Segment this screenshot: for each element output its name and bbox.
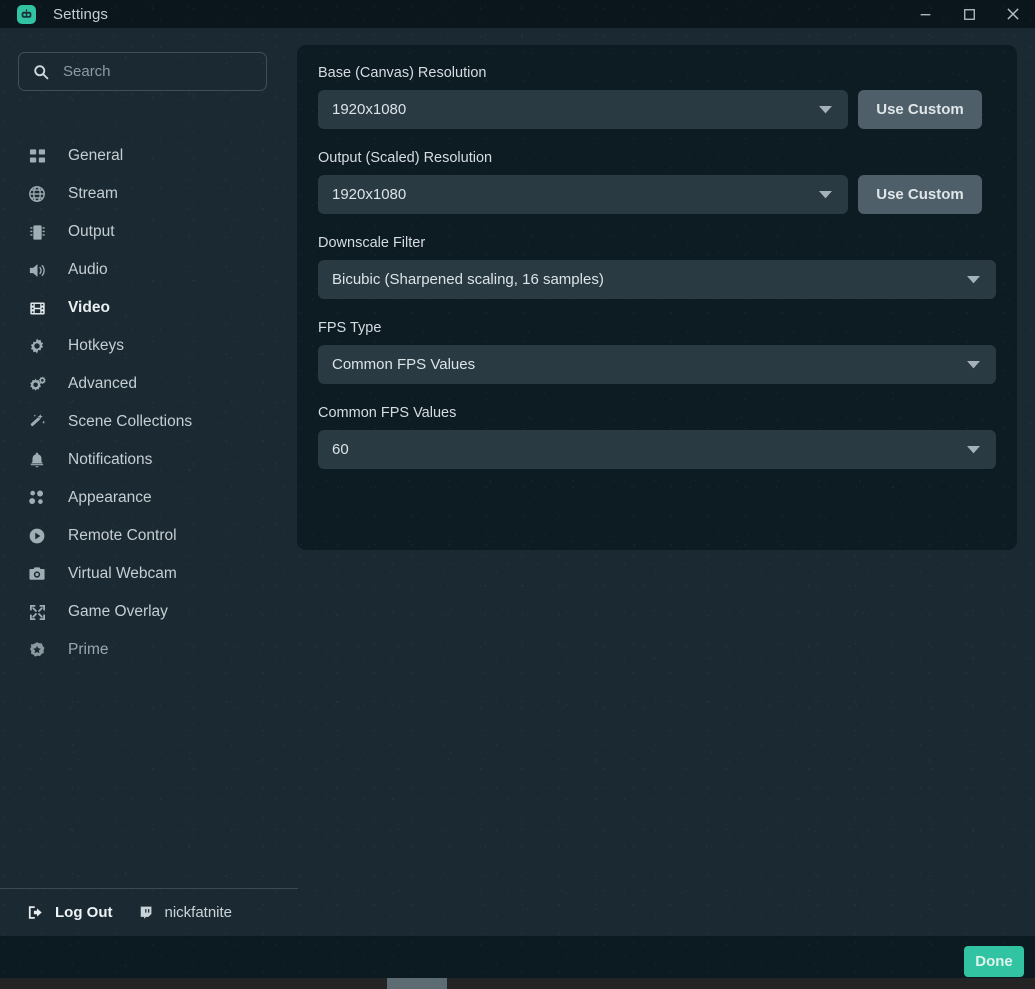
video-settings-form: Base (Canvas) Resolution 1920x1080 Use C… [297,45,1017,469]
field-downscale-filter: Downscale Filter Bicubic (Sharpened scal… [318,235,996,299]
chevron-down-icon [967,275,980,284]
select-value: Common FPS Values [332,356,476,373]
done-button[interactable]: Done [964,946,1024,977]
speaker-icon [26,259,48,281]
sidebar-item-label: Remote Control [68,527,177,544]
field-label: Output (Scaled) Resolution [318,150,493,166]
sidebar-item-audio[interactable]: Audio [0,251,298,289]
chevron-down-icon [819,105,832,114]
sidebar-item-label: Output [68,223,115,240]
grid-icon [26,145,48,167]
sidebar-item-general[interactable]: General [0,137,298,175]
output-resolution-use-custom-button[interactable]: Use Custom [858,175,982,214]
chip-icon [26,221,48,243]
downscale-filter-select[interactable]: Bicubic (Sharpened scaling, 16 samples) [318,260,996,299]
twitch-icon [138,905,154,921]
settings-panel: Base (Canvas) Resolution 1920x1080 Use C… [297,45,1017,550]
globe-icon [26,183,48,205]
sidebar: General Stream [0,28,298,936]
select-value: 60 [332,441,349,458]
sidebar-item-label: Virtual Webcam [68,565,177,582]
sidebar-item-label: Appearance [68,489,152,506]
sidebar-item-label: Notifications [68,451,153,468]
sidebar-item-video[interactable]: Video [0,289,298,327]
search-icon [33,64,49,80]
field-output-resolution: Output (Scaled) Resolution 1920x1080 Use… [318,150,996,214]
sidebar-item-label: Prime [68,641,109,658]
sidebar-footer: Log Out nickfatnite [0,889,298,936]
sidebar-item-notifications[interactable]: Notifications [0,441,298,479]
camera-icon [26,563,48,585]
action-bar: Done [0,936,1035,978]
window-title: Settings [53,5,108,23]
field-fps-type: FPS Type Common FPS Values [318,320,996,384]
maximize-icon[interactable] [947,0,991,28]
sidebar-nav: General Stream Output Audio Video Hotkey… [0,137,298,669]
play-circle-icon [26,525,48,547]
account-info[interactable]: nickfatnite [138,904,232,921]
sidebar-item-label: Video [68,299,110,316]
sidebar-item-game-overlay[interactable]: Game Overlay [0,593,298,631]
window-controls [903,0,1035,28]
sidebar-item-label: Audio [68,261,108,278]
sidebar-item-scene-collections[interactable]: Scene Collections [0,403,298,441]
film-icon [26,297,48,319]
field-base-resolution: Base (Canvas) Resolution 1920x1080 Use C… [318,65,996,129]
field-label: FPS Type [318,320,382,336]
sidebar-item-label: Hotkeys [68,337,124,354]
sidebar-item-label: Advanced [68,375,137,392]
sidebar-item-output[interactable]: Output [0,213,298,251]
horizontal-scrollbar-thumb[interactable] [387,978,447,989]
search-input[interactable] [63,63,266,80]
chevron-down-icon [819,190,832,199]
sidebar-item-label: Game Overlay [68,603,168,620]
sidebar-item-remote-control[interactable]: Remote Control [0,517,298,555]
base-resolution-use-custom-button[interactable]: Use Custom [858,90,982,129]
sidebar-item-stream[interactable]: Stream [0,175,298,213]
palette-icon [26,487,48,509]
close-icon[interactable] [991,0,1035,28]
prime-star-icon [26,639,48,661]
search-box[interactable] [18,52,267,91]
horizontal-scrollbar-track[interactable] [0,978,1035,989]
sidebar-item-label: Stream [68,185,118,202]
log-out-label: Log Out [55,904,113,921]
log-out-button[interactable]: Log Out [27,904,112,921]
sidebar-item-hotkeys[interactable]: Hotkeys [0,327,298,365]
sidebar-item-virtual-webcam[interactable]: Virtual Webcam [0,555,298,593]
gears-icon [26,373,48,395]
field-label: Downscale Filter [318,235,426,251]
sidebar-item-prime[interactable]: Prime [0,631,298,669]
fps-type-select[interactable]: Common FPS Values [318,345,996,384]
select-value: 1920x1080 [332,101,407,118]
title-bar: Settings [0,0,1035,28]
settings-window: Settings Search General Stream Output Au… [0,0,1035,989]
sidebar-item-advanced[interactable]: Advanced [0,365,298,403]
sidebar-item-label: Scene Collections [68,413,193,430]
gear-icon [26,335,48,357]
base-resolution-select[interactable]: 1920x1080 [318,90,848,129]
field-label: Base (Canvas) Resolution [318,65,487,81]
chevron-down-icon [967,360,980,369]
bell-icon [26,449,48,471]
sidebar-item-label: General [68,147,124,164]
account-name: nickfatnite [164,904,233,921]
logout-icon [27,904,44,921]
chevron-down-icon [967,445,980,454]
wand-icon [26,411,48,433]
sidebar-item-appearance[interactable]: Appearance [0,479,298,517]
field-common-fps-values: Common FPS Values 60 [318,405,996,469]
expand-icon [26,601,48,623]
common-fps-values-select[interactable]: 60 [318,430,996,469]
obs-robot-icon [17,4,36,24]
select-value: Bicubic (Sharpened scaling, 16 samples) [332,271,604,288]
output-resolution-select[interactable]: 1920x1080 [318,175,848,214]
window-body: General Stream [0,28,1035,936]
select-value: 1920x1080 [332,186,407,203]
field-label: Common FPS Values [318,405,457,421]
minimize-icon[interactable] [903,0,947,28]
